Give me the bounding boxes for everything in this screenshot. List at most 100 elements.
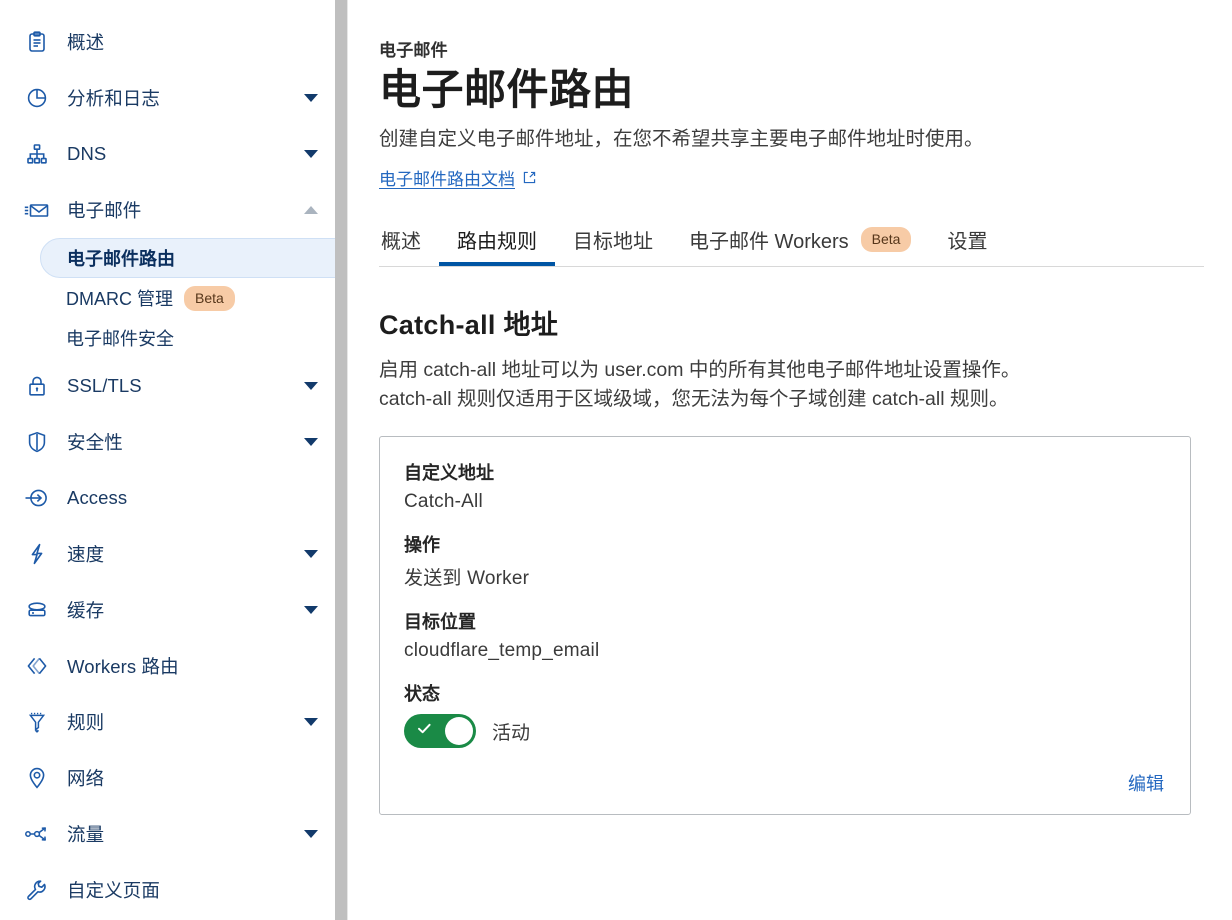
chevron-up-icon[interactable] (303, 206, 319, 214)
lock-icon (22, 371, 52, 401)
chevron-down-icon[interactable] (303, 382, 319, 390)
sidebar-subitem-label: DMARC 管理 (66, 285, 173, 311)
tab-label: 设置 (947, 225, 987, 254)
tab-routing-rules[interactable]: 路由规则 (439, 217, 555, 266)
sidebar-item-network[interactable]: 网络 (0, 750, 335, 806)
chevron-down-icon[interactable] (303, 550, 319, 558)
catch-all-rule-card: 自定义地址 Catch-All 操作 发送到 Worker 目标位置 cloud… (379, 436, 1191, 815)
page-title: 电子邮件路由 (379, 65, 1204, 115)
lightning-bolt-icon (22, 539, 52, 569)
sidebar-item-label: Access (67, 487, 321, 509)
sidebar-item-custom-pages[interactable]: 自定义页面 (0, 862, 335, 918)
card-footer: 编辑 (404, 766, 1166, 800)
sidebar-item-label: DNS (67, 143, 303, 165)
field-custom-address: 自定义地址 Catch-All (404, 459, 1166, 513)
sidebar-subitem-label: 电子邮件安全 (66, 325, 174, 351)
sidebar-item-traffic[interactable]: 流量 (0, 806, 335, 862)
section-title: Catch-all 地址 (379, 303, 1204, 342)
sidebar-item-rules[interactable]: 规则 (0, 694, 335, 750)
envelope-icon (22, 195, 52, 225)
map-pin-icon (22, 763, 52, 793)
section-description: 启用 catch-all 地址可以为 user.com 中的所有其他电子邮件地址… (379, 356, 1204, 415)
shield-icon (22, 427, 52, 457)
traffic-nodes-icon (22, 819, 52, 849)
pie-chart-icon (22, 83, 52, 113)
beta-badge: Beta (184, 286, 235, 311)
sidebar-item-label: 缓存 (67, 597, 303, 623)
section-description-line-2: catch-all 规则仅适用于区域级域，您无法为每个子域创建 catch-al… (379, 388, 1008, 410)
field-value: Catch-All (404, 491, 1166, 513)
sidebar: 概述 分析和日志 (0, 0, 335, 920)
sidebar-item-analytics[interactable]: 分析和日志 (0, 70, 335, 126)
field-value: cloudflare_temp_email (404, 640, 1166, 662)
tab-email-workers[interactable]: 电子邮件 Workers Beta (671, 217, 929, 266)
status-row: 活动 (404, 714, 1166, 748)
cache-server-icon (22, 595, 52, 625)
field-label: 操作 (404, 531, 1166, 557)
access-arrow-icon (22, 483, 52, 513)
sidebar-content: 概述 分析和日志 (0, 0, 335, 918)
code-brackets-icon (22, 651, 52, 681)
documentation-link-label: 电子邮件路由文档 (379, 165, 515, 190)
tab-bar: 概述 路由规则 目标地址 电子邮件 Workers Beta 设置 (379, 216, 1204, 267)
tab-label: 目标地址 (573, 225, 653, 254)
documentation-link[interactable]: 电子邮件路由文档 (379, 165, 537, 190)
sidebar-item-cache[interactable]: 缓存 (0, 582, 335, 638)
sidebar-item-speed[interactable]: 速度 (0, 526, 335, 582)
wrench-icon (22, 875, 52, 905)
sidebar-item-access[interactable]: Access (0, 470, 335, 526)
chevron-down-icon[interactable] (303, 830, 319, 838)
breadcrumb: 电子邮件 (379, 36, 1204, 61)
sidebar-item-label: 安全性 (67, 429, 303, 455)
check-icon (417, 722, 432, 740)
sidebar-subitem-email-security[interactable]: 电子邮件安全 (40, 318, 335, 358)
sidebar-subitem-email-routing[interactable]: 电子邮件路由 (40, 238, 335, 278)
field-status: 状态 活动 (404, 680, 1166, 748)
chevron-down-icon[interactable] (303, 718, 319, 726)
sidebar-subitem-label: 电子邮件路由 (67, 245, 175, 271)
tab-overview[interactable]: 概述 (379, 217, 439, 266)
sidebar-subitem-dmarc-management[interactable]: DMARC 管理 Beta (40, 278, 335, 318)
field-label: 状态 (404, 680, 1166, 706)
clipboard-icon (22, 27, 52, 57)
sidebar-item-label: 自定义页面 (67, 877, 321, 903)
section-description-line-1: 启用 catch-all 地址可以为 user.com 中的所有其他电子邮件地址… (379, 359, 1020, 381)
sidebar-item-security[interactable]: 安全性 (0, 414, 335, 470)
sidebar-item-label: Workers 路由 (67, 653, 321, 679)
external-link-icon (522, 170, 537, 185)
funnel-icon (22, 707, 52, 737)
sitemap-icon (22, 139, 52, 169)
main-content: 电子邮件 电子邮件路由 创建自定义电子邮件地址，在您不希望共享主要电子邮件地址时… (335, 0, 1232, 920)
tab-label: 电子邮件 Workers (689, 225, 849, 254)
field-value: 发送到 Worker (404, 563, 1166, 590)
tab-label: 路由规则 (457, 225, 537, 254)
field-action: 操作 发送到 Worker (404, 531, 1166, 590)
sidebar-item-overview[interactable]: 概述 (0, 14, 335, 70)
sidebar-item-label: SSL/TLS (67, 375, 303, 397)
sidebar-item-ssl-tls[interactable]: SSL/TLS (0, 358, 335, 414)
toggle-knob (445, 717, 473, 745)
beta-badge: Beta (861, 227, 912, 252)
field-label: 自定义地址 (404, 459, 1166, 485)
sidebar-item-label: 概述 (67, 29, 321, 55)
chevron-down-icon[interactable] (303, 94, 319, 102)
sidebar-item-dns[interactable]: DNS (0, 126, 335, 182)
chevron-down-icon[interactable] (303, 606, 319, 614)
chevron-down-icon[interactable] (303, 150, 319, 158)
status-toggle[interactable] (404, 714, 476, 748)
field-label: 目标位置 (404, 608, 1166, 634)
field-destination: 目标位置 cloudflare_temp_email (404, 608, 1166, 662)
tab-label: 概述 (381, 225, 421, 254)
status-badge: 活动 (492, 718, 530, 745)
sidebar-item-label: 速度 (67, 541, 303, 567)
sidebar-item-label: 流量 (67, 821, 303, 847)
sidebar-item-email[interactable]: 电子邮件 (0, 182, 335, 238)
tab-destination-addresses[interactable]: 目标地址 (555, 217, 671, 266)
sidebar-item-label: 网络 (67, 765, 321, 791)
tab-settings[interactable]: 设置 (929, 217, 1005, 266)
edit-button[interactable]: 编辑 (1126, 766, 1166, 800)
sidebar-item-workers-routes[interactable]: Workers 路由 (0, 638, 335, 694)
sidebar-item-label: 电子邮件 (67, 197, 303, 223)
chevron-down-icon[interactable] (303, 438, 319, 446)
sidebar-item-label: 规则 (67, 709, 303, 735)
